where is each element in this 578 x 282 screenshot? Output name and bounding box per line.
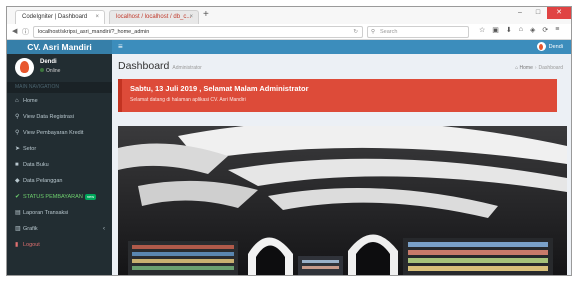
sidebar-item-label: Laporan Transaksi <box>23 210 69 216</box>
sidebar-item-label: Data Buku <box>23 162 49 168</box>
sidebar: CV. Asri Mandiri Dendi Online MAIN NAVIG… <box>7 40 112 275</box>
chevron-left-icon: ‹ <box>103 226 105 232</box>
sidebar-item-data-pelanggan[interactable]: ◆ Data Pelanggan <box>7 173 112 189</box>
user-status-text: Online <box>46 68 61 74</box>
logout-icon: ▮ <box>15 242 19 248</box>
content-header: Dashboard Administrator ⌂ Home › Dashboard <box>112 54 571 78</box>
sidebar-item-grafik[interactable]: ▥ Grafik ‹ <box>7 221 112 237</box>
breadcrumb-separator: › <box>534 65 537 71</box>
pocket-icon[interactable]: ◈ <box>530 26 535 34</box>
bookstore-image <box>118 126 567 275</box>
page-title-text: Dashboard <box>118 60 170 72</box>
bookmark-star-icon[interactable]: ☆ <box>479 26 485 34</box>
sidebar-item-setor[interactable]: ➤ Setor <box>7 141 112 157</box>
menu-icon[interactable]: ≡ <box>555 26 559 34</box>
sidebar-item-logout[interactable]: ▮ Logout <box>7 237 112 253</box>
minimize-button[interactable]: – <box>511 7 529 19</box>
book-icon: ■ <box>15 162 19 168</box>
sidebar-item-label: Home <box>23 98 38 104</box>
welcome-callout: Sabtu, 13 Juli 2019 , Selamat Malam Admi… <box>118 79 557 112</box>
home-icon: ⌂ <box>15 98 19 104</box>
sidebar-toggle-icon[interactable]: ≡ <box>118 42 123 51</box>
download-icon[interactable]: ⬇ <box>506 26 512 34</box>
page-subtitle: Administrator <box>172 65 202 71</box>
check-icon: ✔ <box>15 194 21 200</box>
sidebar-item-label: Logout <box>23 242 40 248</box>
search-icon: ⚲ <box>15 114 20 120</box>
window-controls: – □ ✕ <box>511 7 571 19</box>
sidebar-item-label: Setor <box>23 146 37 152</box>
menu-header: MAIN NAVIGATION <box>7 82 112 93</box>
print-icon: ▤ <box>15 210 21 216</box>
callout-title: Sabtu, 13 Juli 2019 , Selamat Malam Admi… <box>130 84 309 93</box>
sidebar-item-label: View Data Registrasi <box>23 114 74 120</box>
sidebar-item-status-pembayaran[interactable]: ✔ STATUS PEMBAYARAN new <box>7 189 112 205</box>
tab-phpmyadmin[interactable]: localhost / localhost / db_c... × <box>109 10 199 24</box>
breadcrumb-current: Dashboard <box>538 65 563 71</box>
page-title: Dashboard Administrator <box>118 60 202 72</box>
reload-icon[interactable]: ↻ <box>353 27 358 38</box>
url-text: localhost/skripsi_asri_mandiri/?_home_ad… <box>38 29 150 35</box>
tab-label: CodeIgniter | Dashboard <box>22 14 88 20</box>
search-icon: ⚲ <box>15 130 20 136</box>
sidebar-menu: ⌂ Home ⚲ View Data Registrasi ⚲ View Pembayar… <box>7 93 112 253</box>
close-window-button[interactable]: ✕ <box>547 7 571 19</box>
sidebar-item-label: STATUS PEMBAYARAN <box>23 194 83 200</box>
app: CV. Asri Mandiri Dendi Online MAIN NAVIG… <box>7 40 571 275</box>
status-badge: new <box>84 193 97 200</box>
top-navbar: ≡ Dendi <box>112 40 571 54</box>
arrow-icon: ➤ <box>15 146 21 152</box>
sidebar-item-label: Grafik <box>23 226 38 232</box>
back-icon[interactable]: ◀ <box>12 27 17 35</box>
bookstore-illustration <box>118 126 567 275</box>
avatar <box>536 42 546 52</box>
sidebar-item-label: View Pembayaran Kredit <box>23 130 84 136</box>
home-icon[interactable]: ⌂ <box>519 26 523 34</box>
user-status: Online <box>40 68 60 74</box>
chart-icon: ▥ <box>15 226 21 232</box>
sidebar-item-label: Data Pelanggan <box>23 178 63 184</box>
close-tab-icon[interactable]: × <box>95 11 99 24</box>
toolbar-icons: ☆ ▣ ⬇ ⌂ ◈ ⟳ ≡ <box>479 26 559 34</box>
user-menu-name: Dendi <box>548 44 563 50</box>
brand-logo[interactable]: CV. Asri Mandiri <box>7 40 112 54</box>
breadcrumb-home[interactable]: Home <box>520 65 533 71</box>
users-icon: ◆ <box>15 178 20 184</box>
library-icon[interactable]: ▣ <box>492 26 499 34</box>
sidebar-item-home[interactable]: ⌂ Home <box>7 93 112 109</box>
search-placeholder: Search <box>380 29 398 35</box>
flame-icon <box>20 61 29 73</box>
sidebar-item-view-pembayaran-kredit[interactable]: ⚲ View Pembayaran Kredit <box>7 125 112 141</box>
main-content: ≡ Dendi Dashboard Administrator ⌂ Home › Da… <box>112 40 571 275</box>
browser-window: CodeIgniter | Dashboard × localhost / lo… <box>6 6 572 276</box>
breadcrumb: ⌂ Home › Dashboard <box>515 65 563 71</box>
close-tab-icon[interactable]: × <box>189 11 193 24</box>
address-bar[interactable]: localhost/skripsi_asri_mandiri/?_home_ad… <box>33 26 363 38</box>
sidebar-item-laporan-transaksi[interactable]: ▤ Laporan Transaksi <box>7 205 112 221</box>
search-icon: ⚲ <box>371 29 376 35</box>
callout-text: Selamat datang di halaman aplikasi CV. A… <box>130 97 246 103</box>
avatar <box>15 58 34 77</box>
home-icon: ⌂ <box>515 65 519 71</box>
tab-dashboard[interactable]: CodeIgniter | Dashboard × <box>15 10 105 24</box>
sidebar-item-view-data-registrasi[interactable]: ⚲ View Data Registrasi <box>7 109 112 125</box>
user-panel: Dendi Online <box>7 54 112 82</box>
tab-strip: CodeIgniter | Dashboard × localhost / lo… <box>7 7 571 24</box>
browser-toolbar: ◀ ⓘ localhost/skripsi_asri_mandiri/?_hom… <box>7 24 571 40</box>
new-tab-button[interactable]: + <box>203 9 209 20</box>
status-dot-icon <box>40 68 44 72</box>
maximize-button[interactable]: □ <box>529 7 547 19</box>
user-menu[interactable]: Dendi <box>536 42 563 52</box>
sync-icon[interactable]: ⟳ <box>542 26 548 34</box>
sidebar-item-data-buku[interactable]: ■ Data Buku <box>7 157 112 173</box>
info-icon[interactable]: ⓘ <box>22 27 29 37</box>
tab-label: localhost / localhost / db_c... <box>116 14 192 20</box>
user-name: Dendi <box>40 59 57 65</box>
search-input[interactable]: ⚲ Search <box>367 26 469 38</box>
